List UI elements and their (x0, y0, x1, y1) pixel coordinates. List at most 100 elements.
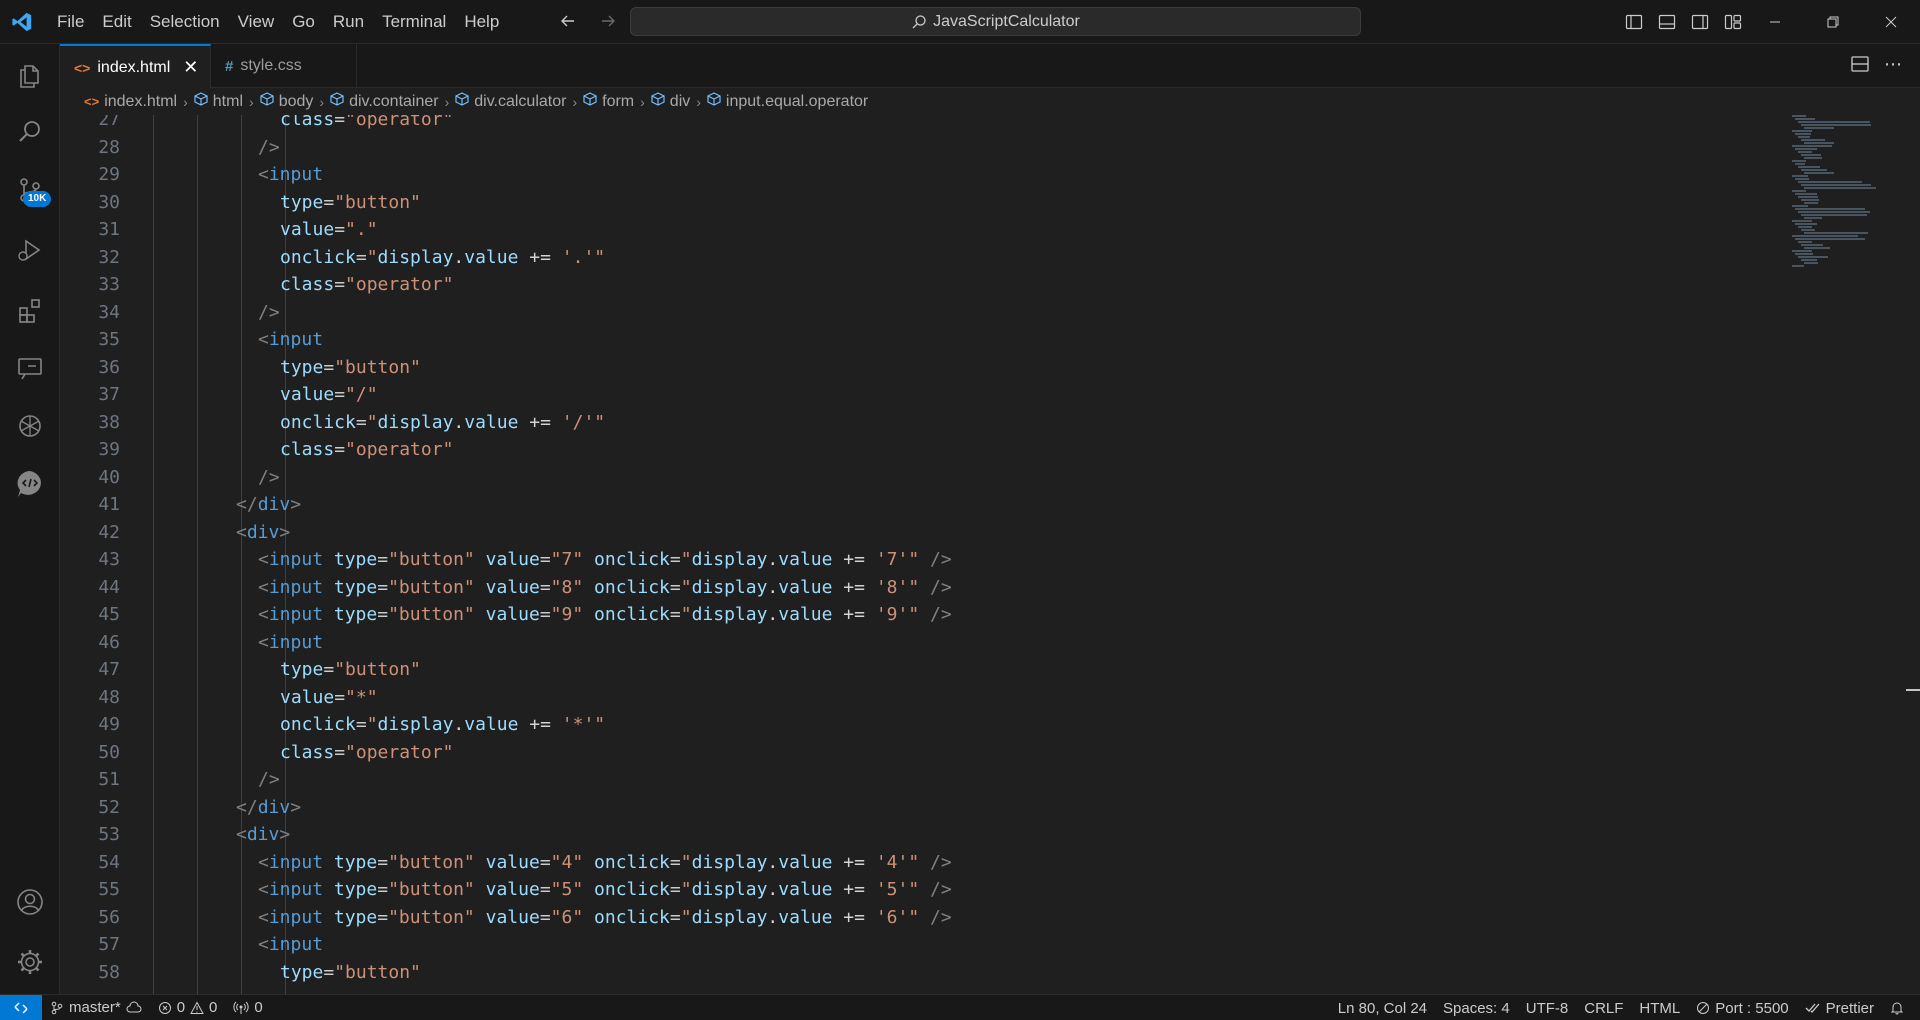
settings-gear-icon[interactable] (0, 936, 60, 988)
code-line[interactable]: 43 <input type="button" value="7" onclick… (60, 546, 1760, 574)
ports-status[interactable]: 0 (225, 995, 270, 1020)
language-mode[interactable]: HTML (1631, 995, 1688, 1020)
minimap-line (1792, 190, 1806, 192)
prettier-status[interactable]: Prettier (1797, 995, 1882, 1020)
minimap-line (1804, 232, 1868, 234)
code-line[interactable]: 45 <input type="button" value="9" onclick… (60, 601, 1760, 629)
source-control-icon[interactable]: 10K (0, 164, 60, 216)
menu-file[interactable]: File (48, 8, 93, 36)
restore-icon[interactable] (1804, 0, 1862, 44)
menu-view[interactable]: View (229, 8, 284, 36)
close-icon[interactable]: ✕ (183, 57, 198, 78)
code-chat-icon[interactable] (0, 458, 60, 510)
code-line[interactable]: 30 type="button" (60, 189, 1760, 217)
menu-terminal[interactable]: Terminal (373, 8, 455, 36)
remote-indicator-icon[interactable] (0, 994, 42, 1020)
code-line[interactable]: 37 value="/" (60, 381, 1760, 409)
menu-edit[interactable]: Edit (93, 8, 140, 36)
tab-style-css[interactable]: # style.css (211, 44, 357, 88)
arrow-left-icon[interactable] (555, 8, 581, 34)
run-debug-icon[interactable] (0, 224, 60, 276)
code-line[interactable]: 36 type="button" (60, 354, 1760, 382)
code-line[interactable]: 35 <input (60, 326, 1760, 354)
breadcrumb-item-container[interactable]: div.container (330, 92, 439, 111)
code-line[interactable]: 52 </div> (60, 794, 1760, 822)
toggle-panel-icon[interactable] (1653, 8, 1680, 35)
breadcrumb-item-html[interactable]: html (194, 92, 243, 111)
tab-index-html[interactable]: <> index.html ✕ (60, 44, 211, 89)
code-line[interactable]: 50 class="operator" (60, 739, 1760, 767)
command-center-search[interactable]: JavaScriptCalculator (630, 7, 1361, 36)
customize-layout-icon[interactable] (1719, 8, 1746, 35)
code-line[interactable]: 28 /> (60, 134, 1760, 162)
breadcrumb-item-input[interactable]: input.equal.operator (707, 92, 868, 111)
minimap[interactable] (1788, 115, 1878, 295)
menu-selection[interactable]: Selection (141, 8, 229, 36)
minimap-line (1792, 235, 1858, 237)
toggle-secondary-sidebar-icon[interactable] (1686, 8, 1713, 35)
breadcrumb-item-form[interactable]: form (583, 92, 634, 111)
code-text: <input (258, 164, 324, 185)
code-line[interactable]: 51 /> (60, 766, 1760, 794)
live-server-port[interactable]: Port : 5500 (1688, 995, 1796, 1020)
git-branch-icon (51, 1001, 63, 1014)
cursor-position[interactable]: Ln 80, Col 24 (1330, 995, 1435, 1020)
split-editor-icon[interactable] (1850, 54, 1870, 77)
code-line[interactable]: 31 value="." (60, 216, 1760, 244)
explorer-icon[interactable] (0, 50, 60, 102)
code-line[interactable]: 49 onclick="display.value += '*'" (60, 711, 1760, 739)
more-actions-icon[interactable]: ⋯ (1884, 54, 1902, 77)
search-icon[interactable] (0, 106, 60, 158)
code-line[interactable]: 58 type="button" (60, 959, 1760, 987)
minimap-line (1804, 202, 1818, 204)
minimap-line (1795, 148, 1817, 150)
extensions-icon[interactable] (0, 284, 60, 336)
branch-status[interactable]: master* (42, 995, 150, 1020)
breadcrumb-item-file[interactable]: <> index.html (84, 93, 177, 111)
menu-help[interactable]: Help (455, 8, 508, 36)
code-line[interactable]: 54 <input type="button" value="4" onclick… (60, 849, 1760, 877)
breadcrumb-item-div[interactable]: div (651, 92, 690, 111)
minimap-line (1801, 184, 1871, 186)
code-editor[interactable]: 27 class="operator" 28 /> 29 <input 30 type="bu… (60, 115, 1920, 994)
tab-label: style.css (240, 57, 302, 74)
bell-icon[interactable] (1882, 995, 1912, 1020)
code-line[interactable]: 46 <input (60, 629, 1760, 657)
end-of-line[interactable]: CRLF (1576, 995, 1631, 1020)
minimap-line (1795, 118, 1815, 120)
code-line[interactable]: 42 <div> (60, 519, 1760, 547)
code-line[interactable]: 32 onclick="display.value += '.'" (60, 244, 1760, 272)
code-line[interactable]: 29 <input (60, 161, 1760, 189)
code-line[interactable]: 47 type="button" (60, 656, 1760, 684)
code-line[interactable]: 39 class="operator" (60, 436, 1760, 464)
indentation[interactable]: Spaces: 4 (1435, 995, 1518, 1020)
minimize-icon[interactable] (1746, 0, 1804, 44)
code-line[interactable]: 40 /> (60, 464, 1760, 492)
breadcrumb-item-calculator[interactable]: div.calculator (455, 92, 566, 111)
menu-go[interactable]: Go (283, 8, 324, 36)
menu-run[interactable]: Run (324, 8, 373, 36)
code-line[interactable]: 53 <div> (60, 821, 1760, 849)
code-line[interactable]: 56 <input type="button" value="6" onclick… (60, 904, 1760, 932)
problems-status[interactable]: 0 0 (150, 995, 226, 1020)
minimap-line (1804, 217, 1822, 219)
openai-icon[interactable] (0, 400, 60, 452)
breadcrumb-item-body[interactable]: body (260, 92, 313, 111)
chevron-right-icon: › (640, 93, 645, 110)
code-line[interactable]: 44 <input type="button" value="8" onclick… (60, 574, 1760, 602)
code-line[interactable]: 41 </div> (60, 491, 1760, 519)
code-text: <input (258, 631, 324, 653)
remote-explorer-icon[interactable] (0, 342, 60, 394)
encoding[interactable]: UTF-8 (1518, 995, 1577, 1020)
arrow-right-icon[interactable] (595, 8, 621, 34)
close-window-icon[interactable] (1862, 0, 1920, 44)
code-line[interactable]: 57 <input (60, 931, 1760, 959)
code-line[interactable]: 48 value="*" (60, 684, 1760, 712)
code-line[interactable]: 27 class="operator" (60, 115, 1760, 134)
code-line[interactable]: 55 <input type="button" value="5" onclick… (60, 876, 1760, 904)
toggle-primary-sidebar-icon[interactable] (1620, 8, 1647, 35)
code-line[interactable]: 33 class="operator" (60, 271, 1760, 299)
code-line[interactable]: 38 onclick="display.value += '/'" (60, 409, 1760, 437)
code-line[interactable]: 34 /> (60, 299, 1760, 327)
account-icon[interactable] (0, 876, 60, 928)
